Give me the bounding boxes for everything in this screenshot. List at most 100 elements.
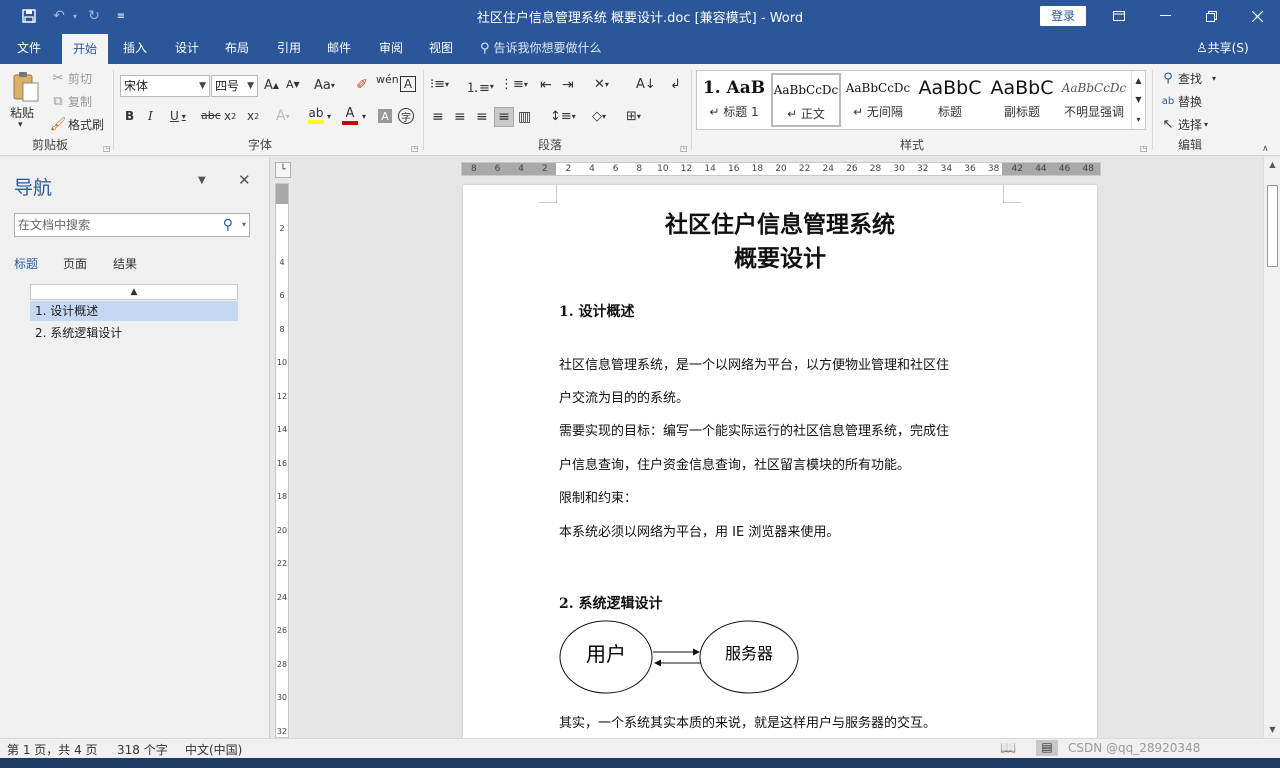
tab-mailings[interactable]: 邮件: [318, 32, 360, 64]
tab-review[interactable]: 审阅: [370, 32, 412, 64]
shrink-font-icon[interactable]: A ▼: [286, 78, 300, 91]
styles-scroll[interactable]: ▲ ▼ ▾: [1131, 71, 1145, 129]
chevron-down-icon[interactable]: ▾: [362, 112, 366, 121]
align-right-icon[interactable]: ≡: [476, 109, 488, 125]
style-title[interactable]: AaBbC 标题: [915, 73, 985, 127]
chevron-down-icon[interactable]: ▾: [327, 112, 331, 121]
style-no-spacing[interactable]: AaBbCcDc ↵ 无间隔: [843, 73, 913, 127]
align-center-icon[interactable]: ≡: [454, 109, 466, 125]
scroll-down-icon[interactable]: ▼: [1264, 722, 1280, 738]
line-spacing-icon[interactable]: ↕≡ ▾: [550, 109, 576, 124]
scroll-up-icon[interactable]: ▲: [1264, 157, 1280, 173]
align-left-icon[interactable]: ≡: [432, 109, 444, 125]
justify-icon[interactable]: ≡: [494, 107, 514, 127]
more-styles-icon[interactable]: ▾: [1136, 115, 1140, 124]
nav-tab-headings[interactable]: 标题: [14, 255, 38, 272]
chevron-down-icon[interactable]: ▼: [1135, 95, 1141, 104]
tab-view[interactable]: 视图: [420, 32, 462, 64]
save-icon[interactable]: [18, 6, 40, 26]
horizontal-ruler[interactable]: 8 6 4 2 2 4 6 8 10 12 14 16 18 20 22 24 26 28 30 32 34 36 38 42…: [461, 162, 1101, 176]
redo-icon[interactable]: ↻: [84, 6, 104, 26]
enclose-characters-icon[interactable]: 字: [398, 108, 414, 124]
borders-icon[interactable]: ⊞ ▾: [626, 109, 641, 124]
close-icon[interactable]: ✕: [238, 171, 251, 189]
bold-icon[interactable]: B: [125, 109, 134, 123]
collapse-headings-bar[interactable]: ▲: [30, 284, 238, 300]
replace-button[interactable]: ab 替换: [1160, 93, 1202, 110]
select-button[interactable]: ↖ 选择 ▾: [1160, 116, 1208, 133]
paste-button[interactable]: 粘贴: [10, 104, 34, 121]
styles-launcher-icon[interactable]: ◳: [1140, 144, 1148, 153]
font-size-combo[interactable]: 四号 ▼: [211, 75, 258, 97]
cut-button[interactable]: ✂ 剪切: [50, 70, 92, 87]
ribbon-display-options-icon[interactable]: [1096, 0, 1142, 32]
customize-quick-access-icon[interactable]: ≡: [114, 6, 128, 26]
paragraph-launcher-icon[interactable]: ◳: [680, 144, 688, 153]
bullets-icon[interactable]: ⁝≡ ▾: [430, 77, 449, 92]
nav-tab-pages[interactable]: 页面: [63, 255, 87, 272]
paste-dropdown-icon[interactable]: ▾: [18, 120, 23, 130]
multilevel-list-icon[interactable]: ⋮≡ ▾: [500, 77, 528, 92]
format-painter-button[interactable]: 🖌 格式刷: [50, 116, 104, 133]
show-marks-icon[interactable]: ↲: [670, 77, 681, 92]
character-shading-icon[interactable]: A: [378, 109, 392, 123]
chevron-down-icon[interactable]: ▾: [242, 214, 246, 236]
collapse-ribbon-icon[interactable]: ∧: [1262, 144, 1269, 154]
style-heading-1[interactable]: 1. AaB ↵ 标题 1: [699, 73, 769, 127]
word-count[interactable]: 318 个字: [117, 741, 168, 758]
read-mode-icon[interactable]: 📖: [1000, 741, 1016, 756]
vertical-scrollbar[interactable]: ▲ ▼: [1263, 157, 1280, 738]
user-server-diagram[interactable]: 用户 服务器: [559, 617, 809, 697]
scroll-thumb[interactable]: [1267, 185, 1278, 267]
tab-layout[interactable]: 布局: [216, 32, 258, 64]
find-button[interactable]: ⚲ 查找 ▾: [1160, 70, 1216, 87]
vertical-ruler[interactable]: 2 4 6 8 10 12 14 16 18 20 22 24 26 28 30 32: [275, 183, 289, 738]
print-layout-icon[interactable]: ▤: [1036, 740, 1058, 756]
minimize-icon[interactable]: [1142, 0, 1188, 32]
tab-file[interactable]: 文件: [8, 32, 50, 64]
shading-icon[interactable]: ◇ ▾: [592, 109, 606, 124]
undo-icon[interactable]: ↶: [48, 6, 70, 26]
chinese-layout-icon[interactable]: ✕ ▾: [594, 77, 609, 92]
nav-search-input[interactable]: 在文档中搜索 ⚲ ▾: [14, 213, 250, 237]
font-name-combo[interactable]: 宋体 ▼: [120, 75, 210, 97]
restore-icon[interactable]: [1188, 0, 1234, 32]
tab-home[interactable]: 开始: [62, 34, 108, 64]
language-indicator[interactable]: 中文(中国): [185, 741, 242, 758]
share-button[interactable]: ♙共享(S): [1196, 32, 1249, 64]
chevron-up-icon[interactable]: ▲: [1135, 76, 1141, 85]
subscript-icon[interactable]: x2: [224, 109, 236, 123]
grow-font-icon[interactable]: A ▲: [264, 78, 279, 93]
nav-heading-item[interactable]: 2. 系统逻辑设计: [30, 323, 238, 343]
nav-options-icon[interactable]: ▼: [198, 175, 206, 186]
decrease-indent-icon[interactable]: ⇤: [540, 77, 552, 93]
italic-icon[interactable]: I: [148, 109, 153, 123]
increase-indent-icon[interactable]: ⇥: [562, 77, 574, 93]
font-color-icon[interactable]: A: [342, 106, 358, 125]
page-count[interactable]: 第 1 页，共 4 页: [7, 741, 98, 758]
superscript-icon[interactable]: x2: [247, 109, 259, 123]
clear-formatting-icon[interactable]: ✐: [356, 77, 368, 93]
tab-references[interactable]: 引用: [268, 32, 310, 64]
tab-insert[interactable]: 插入: [114, 32, 156, 64]
close-window-icon[interactable]: [1234, 0, 1280, 32]
style-subtitle[interactable]: AaBbC 副标题: [987, 73, 1057, 127]
distributed-icon[interactable]: ▥: [518, 109, 531, 125]
tab-design[interactable]: 设计: [166, 32, 208, 64]
character-border-icon[interactable]: A: [400, 76, 416, 92]
login-button[interactable]: 登录: [1040, 6, 1086, 26]
clipboard-launcher-icon[interactable]: ◳: [103, 144, 111, 153]
search-icon[interactable]: ⚲: [223, 214, 233, 236]
tab-selector[interactable]: └: [275, 162, 291, 178]
text-effects-icon[interactable]: A ▾: [276, 108, 290, 124]
tell-me-search[interactable]: ⚲ 告诉我你想要做什么: [480, 32, 602, 64]
highlight-icon[interactable]: ab: [308, 106, 324, 124]
font-launcher-icon[interactable]: ◳: [411, 144, 419, 153]
numbering-icon[interactable]: ⒈≡ ▾: [466, 77, 494, 96]
copy-button[interactable]: ⧉ 复制: [50, 93, 92, 110]
nav-heading-item[interactable]: 1. 设计概述: [30, 301, 238, 321]
paste-icon[interactable]: [10, 70, 42, 104]
style-subtle-emphasis[interactable]: AaBbCcDc 不明显强调: [1059, 73, 1129, 127]
document-page[interactable]: 社区住户信息管理系统 概要设计 1. 设计概述 社区信息管理系统，是一个以网络为…: [463, 185, 1097, 738]
strikethrough-icon[interactable]: abc: [201, 109, 221, 122]
